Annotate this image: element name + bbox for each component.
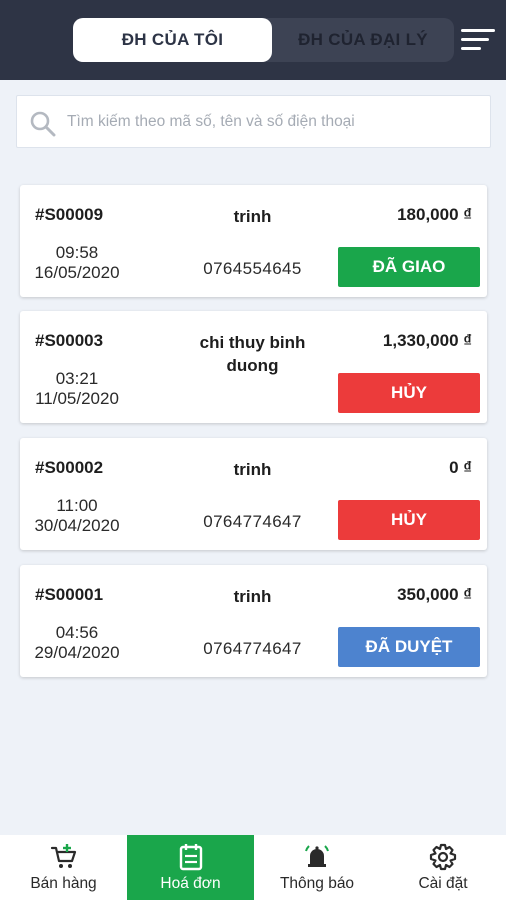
order-card[interactable]: #S00009 09:58 16/05/2020 trinh 076455464… <box>20 185 487 297</box>
order-datetime: 11:00 30/04/2020 <box>25 496 129 536</box>
order-datetime: 04:56 29/04/2020 <box>25 623 129 663</box>
customer-phone: 0764774647 <box>203 512 302 531</box>
tab-agent-orders[interactable]: ĐH CỦA ĐẠI LÝ <box>272 18 454 62</box>
search-input[interactable] <box>67 96 482 147</box>
order-id: #S00009 <box>35 205 104 224</box>
customer-name: trinh <box>233 460 272 479</box>
nav-label: Bán hàng <box>30 875 97 892</box>
customer-name: chi thuy binh duong <box>199 333 306 375</box>
order-time: 09:58 <box>55 243 99 262</box>
order-card[interactable]: #S00002 11:00 30/04/2020 trinh 076477464… <box>20 438 487 550</box>
order-time: 03:21 <box>55 369 99 388</box>
order-datetime: 09:58 16/05/2020 <box>25 243 129 283</box>
nav-item-notifications[interactable]: Thông báo <box>254 835 380 900</box>
nav-label: Thông báo <box>279 875 355 892</box>
order-amount: 350,000 ₫ <box>397 585 472 604</box>
order-id: #S00001 <box>35 585 104 604</box>
gear-icon <box>429 843 457 871</box>
order-date: 11/05/2020 <box>35 389 119 408</box>
top-bar: ĐH CỦA TÔI ĐH CỦA ĐẠI LÝ <box>0 0 506 80</box>
bottom-nav: Bán hàng Hoá đơn Thông báo Cài đặt <box>0 835 506 900</box>
status-button[interactable]: HỦY <box>338 373 480 413</box>
invoice-icon <box>179 844 202 871</box>
status-button[interactable]: HỦY <box>338 500 480 540</box>
order-scope-toggle: ĐH CỦA TÔI ĐH CỦA ĐẠI LÝ <box>73 18 454 62</box>
customer-phone: 0764774647 <box>203 639 302 658</box>
order-amount: 180,000 ₫ <box>397 205 472 224</box>
order-date: 30/04/2020 <box>34 516 120 535</box>
nav-item-settings[interactable]: Cài đặt <box>380 835 506 900</box>
order-date: 16/05/2020 <box>34 263 120 282</box>
order-amount: 1,330,000 ₫ <box>382 331 472 350</box>
order-id: #S00003 <box>35 331 104 350</box>
order-card[interactable]: #S00001 04:56 29/04/2020 trinh 076477464… <box>20 565 487 677</box>
customer-name: trinh <box>233 207 272 226</box>
customer-name: trinh <box>233 587 272 606</box>
tab-my-orders[interactable]: ĐH CỦA TÔI <box>73 18 272 62</box>
order-id: #S00002 <box>35 458 104 477</box>
customer-phone: 0764554645 <box>203 259 302 278</box>
order-time: 04:56 <box>55 623 99 642</box>
order-datetime: 03:21 11/05/2020 <box>25 369 129 409</box>
bell-icon <box>305 845 329 867</box>
order-card[interactable]: #S00003 03:21 11/05/2020 chi thuy binh d… <box>20 311 487 423</box>
status-button[interactable]: ĐÃ DUYỆT <box>338 627 480 667</box>
order-amount: 0 ₫ <box>449 458 472 477</box>
filter-menu-icon[interactable] <box>459 26 497 54</box>
search-bar <box>16 95 491 148</box>
nav-item-invoices[interactable]: Hoá đơn <box>127 835 254 900</box>
order-time: 11:00 <box>56 496 98 515</box>
nav-label: Cài đặt <box>418 875 468 892</box>
nav-label: Hoá đơn <box>160 875 221 892</box>
status-button[interactable]: ĐÃ GIAO <box>338 247 480 287</box>
search-icon <box>30 111 56 137</box>
cart-add-icon <box>50 844 76 868</box>
order-date: 29/04/2020 <box>34 643 120 662</box>
nav-item-sales[interactable]: Bán hàng <box>0 835 127 900</box>
